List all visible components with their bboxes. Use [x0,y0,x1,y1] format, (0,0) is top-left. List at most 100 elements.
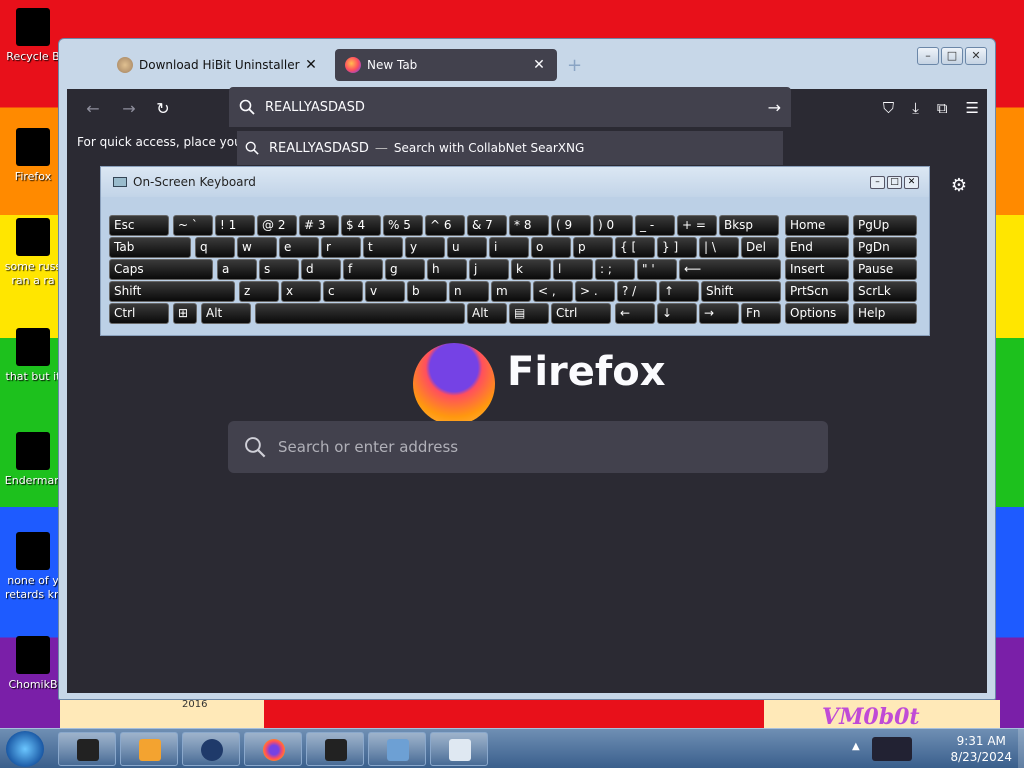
key[interactable]: ↓ [657,303,697,324]
key[interactable]: w [237,237,277,258]
tab-close-icon[interactable]: ✕ [303,57,319,73]
key[interactable]: l [553,259,593,280]
desktop-icon[interactable]: Enderman [2,432,64,488]
taskbar-item-app6[interactable] [368,732,426,766]
address-bar[interactable]: REALLYASDASD → [229,87,791,127]
key[interactable]: u [447,237,487,258]
key[interactable]: Options [785,303,849,324]
key[interactable]: ? / [617,281,657,302]
key[interactable]: n [449,281,489,302]
key[interactable]: m [491,281,531,302]
key[interactable]: e [279,237,319,258]
desktop-icon[interactable]: Recycle B [2,8,64,64]
key[interactable]: Shift [109,281,235,302]
key[interactable]: j [469,259,509,280]
key[interactable]: { [ [615,237,655,258]
key[interactable]: ▤ [509,303,549,324]
key[interactable]: $ 4 [341,215,381,236]
key[interactable]: Bksp [719,215,779,236]
key[interactable]: p [573,237,613,258]
close-button[interactable]: ✕ [965,47,987,65]
key[interactable]: r [321,237,361,258]
key[interactable]: ↑ [659,281,699,302]
taskbar-item-app2[interactable] [120,732,178,766]
key[interactable]: Pause [853,259,917,280]
maximize-button[interactable]: □ [941,47,963,65]
key[interactable]: b [407,281,447,302]
key[interactable]: Alt [467,303,507,324]
key[interactable]: Home [785,215,849,236]
key[interactable] [255,303,465,324]
osk-minimize-button[interactable]: – [870,176,885,189]
download-icon[interactable]: ⤓ [912,99,919,117]
tray-app-icon[interactable] [872,737,912,761]
minimize-button[interactable]: – [917,47,939,65]
key[interactable]: Insert [785,259,849,280]
key[interactable]: Tab [109,237,191,258]
taskbar-item-osk[interactable] [430,732,488,766]
key[interactable]: Esc [109,215,169,236]
key[interactable]: o [531,237,571,258]
key[interactable]: ) 0 [593,215,633,236]
key[interactable]: c [323,281,363,302]
extensions-icon[interactable]: ⧉ [937,99,948,117]
show-desktop-button[interactable] [1018,729,1024,768]
url-suggestion-row[interactable]: REALLYASDASD — Search with CollabNet Sea… [237,131,783,165]
key[interactable]: @ 2 [257,215,297,236]
homepage-search-box[interactable]: Search or enter address [228,421,828,473]
key[interactable]: } ] [657,237,697,258]
key[interactable]: i [489,237,529,258]
key[interactable]: ( 9 [551,215,591,236]
key[interactable]: > . [575,281,615,302]
key[interactable]: s [259,259,299,280]
key[interactable]: z [239,281,279,302]
key[interactable]: Caps [109,259,213,280]
gear-icon[interactable]: ⚙ [951,175,967,196]
key[interactable]: Ctrl [109,303,169,324]
key[interactable]: h [427,259,467,280]
key[interactable]: PgDn [853,237,917,258]
key[interactable]: _ - [635,215,675,236]
taskbar-item-app1[interactable] [58,732,116,766]
tab-new-tab[interactable]: New Tab ✕ [335,49,557,81]
key[interactable]: a [217,259,257,280]
tab-hibit-download[interactable]: Download HiBit Uninstaller 3.2 ✕ [107,49,329,81]
clock[interactable]: 9:31 AM 8/23/2024 [950,733,1012,765]
key[interactable]: Fn [741,303,781,324]
tab-close-icon[interactable]: ✕ [531,57,547,73]
key[interactable]: → [699,303,739,324]
go-arrow-button[interactable]: → [768,98,781,117]
key[interactable]: k [511,259,551,280]
pocket-icon[interactable]: ⛉ [883,99,894,117]
desktop-icon[interactable]: ChomikB [2,636,64,692]
key[interactable]: : ; [595,259,635,280]
key[interactable]: Shift [701,281,781,302]
forward-button[interactable]: → [117,99,141,121]
key[interactable]: PrtScn [785,281,849,302]
key[interactable]: x [281,281,321,302]
key[interactable]: Del [741,237,779,258]
key[interactable]: v [365,281,405,302]
key[interactable]: | \ [699,237,739,258]
address-input[interactable]: REALLYASDASD [265,100,768,115]
taskbar-item-firefox[interactable] [244,732,302,766]
key[interactable]: y [405,237,445,258]
key[interactable]: * 8 [509,215,549,236]
key[interactable]: ^ 6 [425,215,465,236]
back-button[interactable]: ← [81,99,105,121]
key[interactable]: t [363,237,403,258]
key[interactable]: # 3 [299,215,339,236]
osk-close-button[interactable]: ✕ [904,176,919,189]
key[interactable]: < , [533,281,573,302]
key[interactable]: q [195,237,235,258]
key[interactable]: ⊞ [173,303,197,324]
reload-button[interactable]: ↻ [151,99,175,121]
key[interactable]: + = [677,215,717,236]
key[interactable]: Help [853,303,917,324]
key[interactable]: & 7 [467,215,507,236]
key[interactable]: ⟵ [679,259,781,280]
desktop-icon[interactable]: some russ ran a ra [2,218,64,288]
key[interactable]: Ctrl [551,303,611,324]
key[interactable]: % 5 [383,215,423,236]
tray-expand-icon[interactable]: ▲ [852,741,860,752]
